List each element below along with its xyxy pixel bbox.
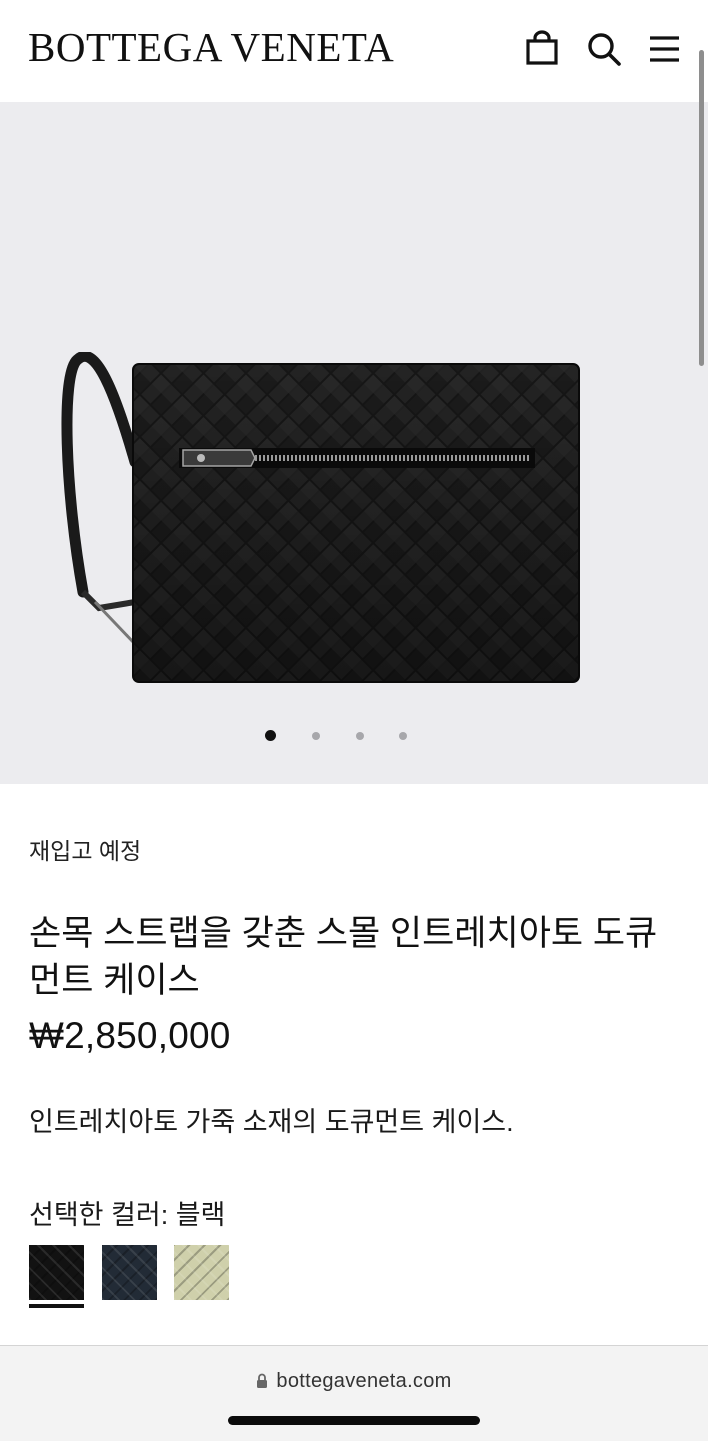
- stock-status: 재입고 예정: [29, 838, 142, 864]
- color-swatch-black[interactable]: [29, 1245, 84, 1300]
- carousel-dot-3[interactable]: [356, 732, 364, 740]
- selected-swatch-indicator: [29, 1304, 84, 1308]
- browser-address-bar[interactable]: bottegaveneta.com: [0, 1345, 708, 1441]
- site-header: BOTTEGA VENETA: [0, 0, 708, 102]
- carousel-dot-4[interactable]: [399, 732, 407, 740]
- url-text: bottegaveneta.com: [276, 1370, 452, 1392]
- carousel-dots: [0, 728, 708, 744]
- color-swatch-navy[interactable]: [102, 1245, 157, 1300]
- carousel-dot-2[interactable]: [312, 732, 320, 740]
- menu-icon[interactable]: [646, 30, 682, 66]
- search-icon[interactable]: [586, 30, 622, 66]
- product-title: 손목 스트랩을 갖춘 스몰 인트레치아토 도큐먼트 케이스: [29, 914, 658, 1000]
- scrollbar[interactable]: [699, 50, 704, 366]
- product-image[interactable]: [55, 352, 585, 687]
- product-gallery[interactable]: [0, 102, 708, 784]
- shopping-bag-icon[interactable]: [524, 30, 560, 66]
- carousel-dot-1[interactable]: [265, 730, 276, 741]
- lock-icon: [257, 1373, 268, 1388]
- home-indicator: [228, 1416, 480, 1425]
- product-price: ₩2,850,000: [29, 1015, 231, 1056]
- color-swatch-sage[interactable]: [174, 1245, 229, 1300]
- brand-logo[interactable]: BOTTEGA VENETA: [28, 24, 394, 70]
- selected-color-label: 선택한 컬러: 블랙: [29, 1200, 226, 1230]
- product-description: 인트레치아토 가죽 소재의 도큐먼트 케이스.: [29, 1107, 514, 1137]
- url-display[interactable]: bottegaveneta.com: [0, 1370, 708, 1393]
